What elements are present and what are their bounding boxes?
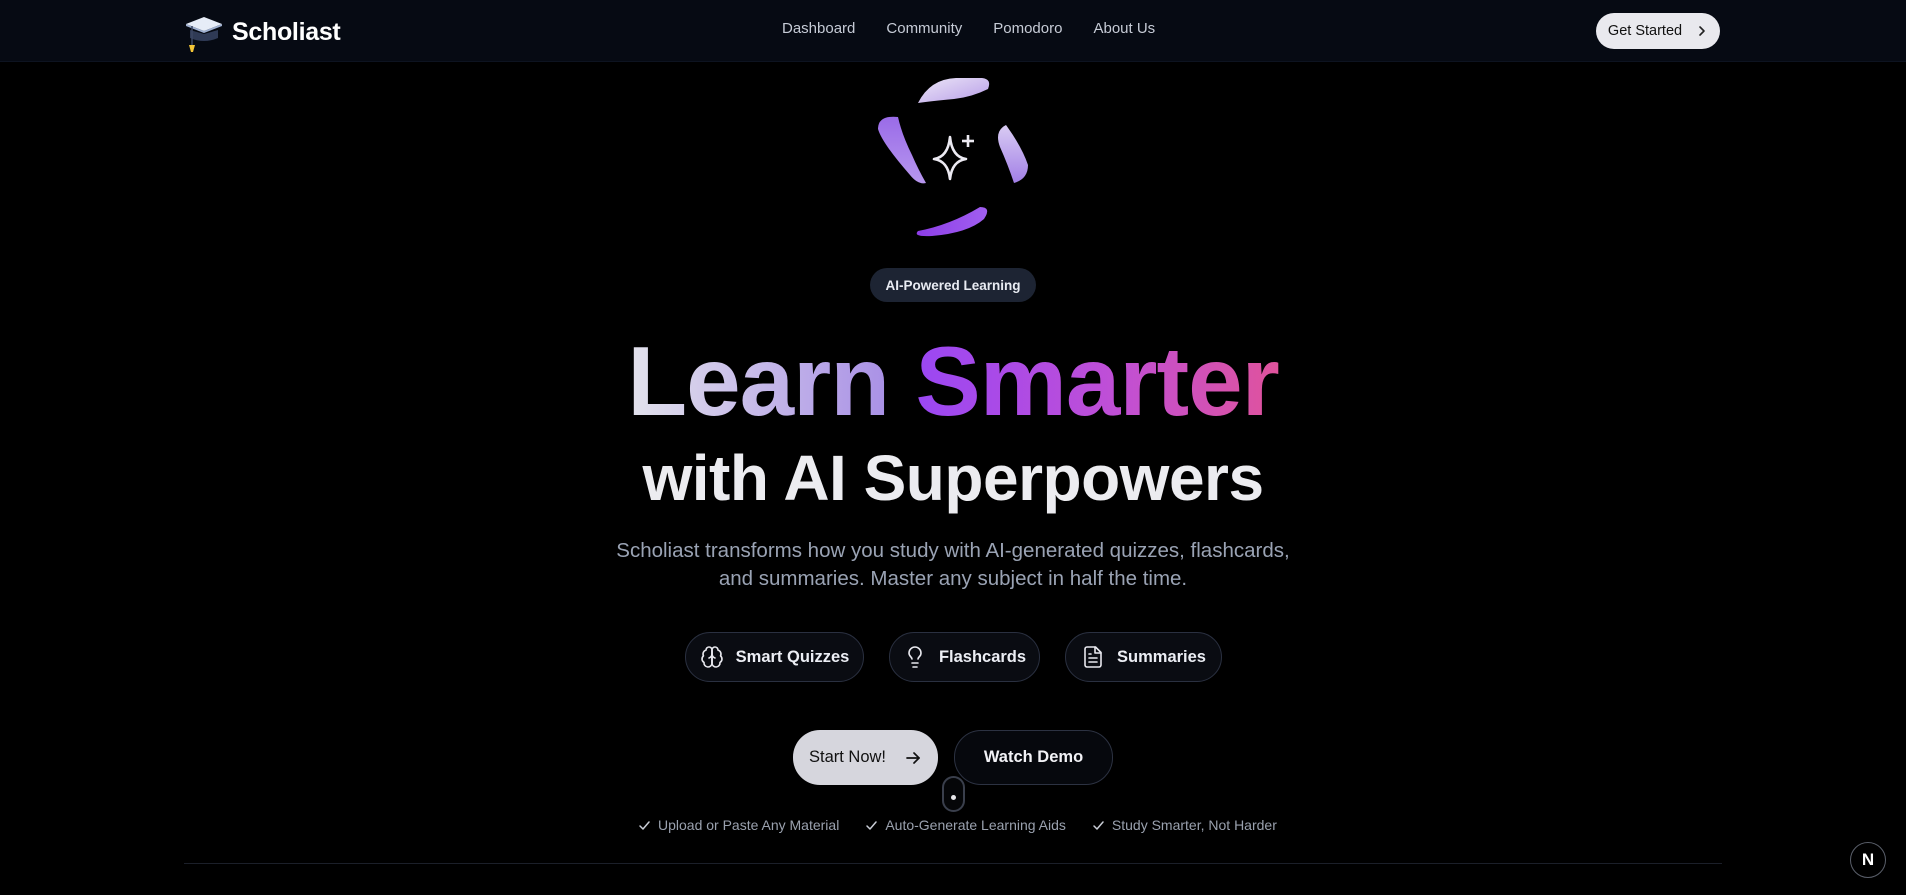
scroll-indicator[interactable]	[942, 776, 965, 812]
brand-name: Scholiast	[232, 17, 341, 46]
flashcards-label: Flashcards	[938, 647, 1027, 666]
check-icon	[866, 820, 878, 830]
section-divider	[184, 863, 1722, 864]
summaries-label: Summaries	[1117, 647, 1206, 666]
graduation-cap-icon	[186, 17, 222, 52]
watch-demo-button[interactable]: Watch Demo	[954, 730, 1113, 785]
nav-link-about-us[interactable]: About Us	[1093, 20, 1155, 37]
benefit-item: Auto-Generate Learning Aids	[865, 817, 1066, 833]
sparkles-logo-icon	[878, 78, 1028, 237]
scroll-dot	[951, 795, 956, 800]
brand-link[interactable]: Scholiast	[184, 12, 341, 52]
chevron-right-icon	[1699, 26, 1705, 36]
lightbulb-icon	[908, 646, 922, 668]
dev-tools-badge[interactable]: N	[1850, 842, 1886, 878]
hero-description: Scholiast transforms how you study with …	[616, 539, 1290, 590]
benefit-item: Upload or Paste Any Material	[638, 817, 839, 833]
benefits-list: Upload or Paste Any Material Auto-Genera…	[638, 817, 1277, 833]
arrow-right-icon	[906, 751, 920, 764]
brain-icon	[700, 646, 723, 668]
summaries-pill[interactable]: Summaries	[1065, 632, 1222, 682]
headline-smarter: Smarter	[915, 326, 1279, 436]
document-icon	[1084, 646, 1102, 668]
check-icon	[639, 820, 650, 830]
nav-link-pomodoro[interactable]: Pomodoro	[993, 20, 1062, 37]
start-now-label: Start Now!	[808, 748, 887, 766]
benefit-label: Auto-Generate Learning Aids	[885, 817, 1066, 833]
nav-link-community[interactable]: Community	[886, 20, 962, 37]
headline-learn: Learn	[627, 326, 890, 436]
nav-link-dashboard[interactable]: Dashboard	[782, 20, 855, 37]
flashcards-pill[interactable]: Flashcards	[889, 632, 1040, 682]
smart-quizzes-pill[interactable]: Smart Quizzes	[685, 632, 864, 682]
nav-links: Dashboard Community Pomodoro About Us	[782, 20, 1155, 37]
get-started-label: Get Started	[1607, 23, 1683, 39]
check-icon	[1093, 820, 1104, 830]
hero-headline: Learn Smarter	[0, 326, 1906, 436]
smart-quizzes-label: Smart Quizzes	[735, 647, 850, 666]
benefit-label: Study Smarter, Not Harder	[1111, 817, 1277, 833]
navbar: Scholiast Dashboard Community Pomodoro A…	[0, 0, 1906, 62]
hero-subheadline: with AI Superpowers	[642, 442, 1264, 514]
ai-powered-badge: AI-Powered Learning	[870, 268, 1036, 302]
benefit-item: Study Smarter, Not Harder	[1092, 817, 1277, 833]
benefit-label: Upload or Paste Any Material	[658, 817, 840, 833]
get-started-button[interactable]: Get Started	[1596, 13, 1720, 49]
start-now-button[interactable]: Start Now!	[793, 730, 938, 785]
